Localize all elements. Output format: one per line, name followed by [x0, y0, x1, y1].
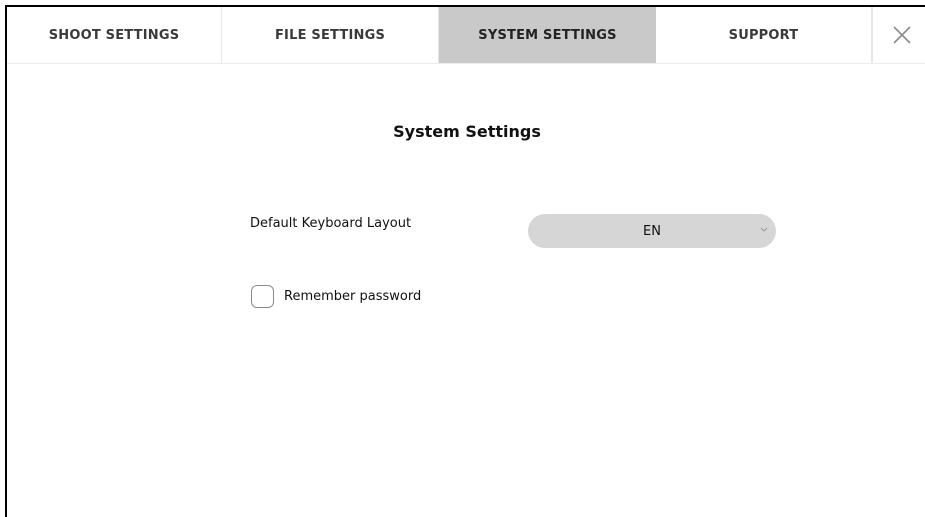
- tab-file-settings[interactable]: FILE SETTINGS: [222, 7, 439, 63]
- tab-label: SUPPORT: [728, 27, 799, 43]
- tab-label: SHOOT SETTINGS: [48, 27, 180, 43]
- keyboard-layout-select[interactable]: EN: [528, 214, 776, 248]
- remember-password-row[interactable]: Remember password: [251, 285, 421, 308]
- close-icon: [892, 26, 911, 44]
- tab-bar: SHOOT SETTINGS FILE SETTINGS SYSTEM SETT…: [7, 7, 925, 64]
- tab-support[interactable]: SUPPORT: [656, 7, 872, 63]
- tab-label: SYSTEM SETTINGS: [478, 27, 617, 43]
- page-title: System Settings: [393, 122, 541, 141]
- chevron-down-icon: [760, 227, 768, 232]
- close-button[interactable]: [872, 7, 925, 63]
- settings-window: SHOOT SETTINGS FILE SETTINGS SYSTEM SETT…: [5, 5, 925, 517]
- keyboard-layout-label: Default Keyboard Layout: [250, 216, 412, 231]
- remember-password-label: Remember password: [284, 289, 422, 304]
- keyboard-layout-value: EN: [643, 223, 661, 239]
- tab-shoot-settings[interactable]: SHOOT SETTINGS: [7, 7, 222, 63]
- tab-system-settings[interactable]: SYSTEM SETTINGS: [439, 7, 656, 63]
- tab-label: FILE SETTINGS: [274, 27, 386, 43]
- remember-password-checkbox[interactable]: [251, 285, 274, 308]
